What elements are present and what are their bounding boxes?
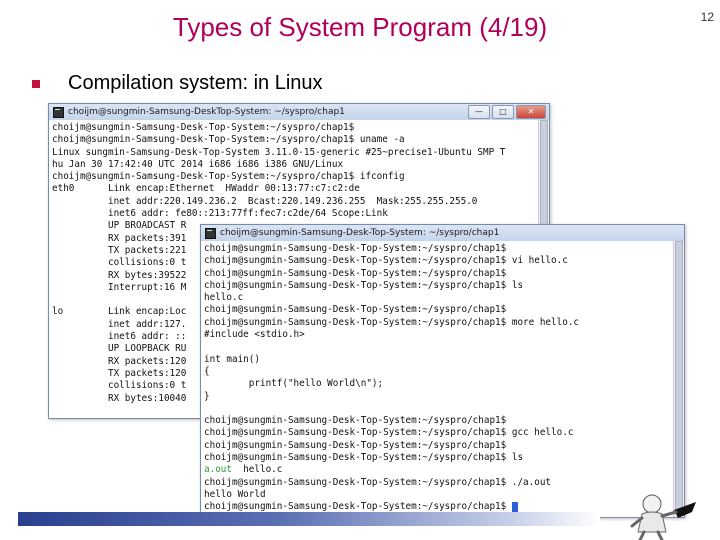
terminal-line: choijm@sungmin-Samsung-Desk-Top-System:~… [204,440,671,452]
terminal-line: choijm@sungmin-Samsung-Desk-Top-System:~… [204,317,671,329]
terminal-line: hello.c [204,292,671,304]
window-titlebar[interactable]: choijm@sungmin-Samsung-DeskTop-System: ~… [49,104,549,120]
slide-number: 12 [700,10,714,24]
window-controls: — □ ✕ [468,105,546,119]
window-title: choijm@sungmin-Samsung-Desk-Top-System: … [220,228,500,238]
terminal-line: hello World [204,489,671,501]
terminal-icon [53,106,64,118]
vertical-scrollbar[interactable] [673,241,684,517]
terminal-line-text: choijm@sungmin-Samsung-Desk-Top-System:~… [204,439,507,451]
window-titlebar[interactable]: choijm@sungmin-Samsung-Desk-Top-System: … [201,225,684,241]
terminal-line-text: { [204,365,210,377]
terminal-line-text: choijm@sungmin-Samsung-Desk-Top-System:~… [204,279,524,291]
terminal-line-text: choijm@sungmin-Samsung-Desk-Top-System:~… [204,501,512,513]
terminal-output[interactable]: choijm@sungmin-Samsung-Desk-Top-System:~… [201,241,674,517]
terminal-line-text: choijm@sungmin-Samsung-Desk-Top-System:~… [204,316,580,328]
minimize-button[interactable]: — [468,105,490,119]
terminal-line-text: choijm@sungmin-Samsung-Desk-Top-System:~… [204,427,574,439]
terminal-line-text: choijm@sungmin-Samsung-Desk-Top-System:~… [204,415,507,427]
terminal-line: inet6 addr: fe80::213:77ff:fec7:c2de/64 … [52,208,388,220]
terminal-line-text: #include <stdio.h> [204,329,305,341]
terminal-line: inet addr:220.149.236.2 Bcast:220.149.23… [52,195,478,207]
window-title: choijm@sungmin-Samsung-DeskTop-System: ~… [68,107,345,117]
mascot-figure-icon [630,494,696,540]
terminal-line-text: int main() [204,353,260,365]
bullet-text: Compilation system: in Linux [68,72,323,94]
terminal-line: choijm@sungmin-Samsung-Desk-Top-System:~… [52,134,405,146]
terminal-line-text: choijm@sungmin-Samsung-Desk-Top-System:~… [204,255,568,267]
text-cursor [511,501,518,512]
terminal-line: choijm@sungmin-Samsung-Desk-Top-System:~… [204,243,671,255]
terminal-line: { [204,366,671,378]
terminal-line: choijm@sungmin-Samsung-Desk-Top-System:~… [204,415,671,427]
terminal-line-text: a.out [204,464,232,476]
terminal-line: Linux sungmin-Samsung-Desk-Top-System 3.… [52,146,506,158]
terminal-line: choijm@sungmin-Samsung-Desk-Top-System:~… [204,268,671,280]
terminal-line: a.out hello.c [204,464,671,476]
terminal-line-text: choijm@sungmin-Samsung-Desk-Top-System:~… [204,243,507,254]
terminal-line: eth0 Link encap:Ethernet HWaddr 00:13:77… [52,183,360,195]
terminal-line-text: choijm@sungmin-Samsung-Desk-Top-System:~… [204,267,507,279]
terminal-line: choijm@sungmin-Samsung-Desk-Top-System:~… [52,122,355,133]
terminal-line-text: printf("hello World\n"); [204,378,384,390]
bullet-item: Compilation system: in Linux [30,72,323,95]
terminal-line: } [204,391,671,403]
terminal-line: choijm@sungmin-Samsung-Desk-Top-System:~… [204,427,671,439]
terminal-line: choijm@sungmin-Samsung-Desk-Top-System:~… [204,304,671,316]
terminal-line-text: hello.c [232,464,283,476]
slide-title: Types of System Program (4/19) [172,12,548,42]
terminal-line: choijm@sungmin-Samsung-Desk-Top-System:~… [204,255,671,267]
square-bullet-icon [32,79,40,88]
close-button[interactable]: ✕ [516,105,546,119]
terminal-line: choijm@sungmin-Samsung-Desk-Top-System:~… [52,171,405,183]
footer-gradient-bar [18,512,600,526]
terminal-icon [205,227,216,239]
terminal-line-text: hello.c [204,292,244,304]
maximize-button[interactable]: □ [492,105,514,119]
terminal-line-text: choijm@sungmin-Samsung-Desk-Top-System:~… [204,476,552,488]
scrollbar-thumb[interactable] [675,241,683,511]
terminal-line-text: choijm@sungmin-Samsung-Desk-Top-System:~… [204,304,507,316]
terminal-line-text: choijm@sungmin-Samsung-Desk-Top-System:~… [204,452,524,464]
terminal-line: int main() [204,354,671,366]
terminal-window-front[interactable]: choijm@sungmin-Samsung-Desk-Top-System: … [200,224,685,518]
terminal-line-text: } [204,390,210,402]
terminal-line: #include <stdio.h> [204,329,671,341]
terminal-line: choijm@sungmin-Samsung-Desk-Top-System:~… [204,452,671,464]
terminal-line-text: hello World [204,488,266,500]
terminal-line: choijm@sungmin-Samsung-Desk-Top-System:~… [204,280,671,292]
terminal-line: hu Jan 30 17:42:40 UTC 2014 i686 i686 i3… [52,158,344,170]
terminal-line: printf("hello World\n"); [204,378,671,390]
terminal-line: choijm@sungmin-Samsung-Desk-Top-System:~… [204,477,671,489]
